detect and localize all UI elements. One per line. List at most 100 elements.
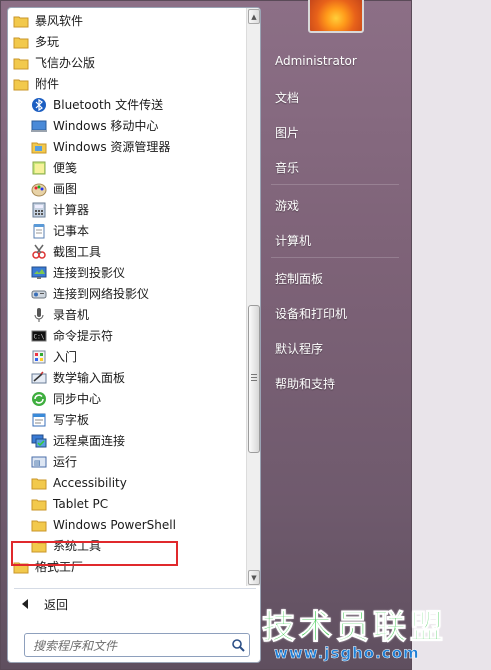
list-item-notepad[interactable]: 记事本 — [8, 220, 246, 241]
list-item-accessories-folder[interactable]: 附件 — [8, 73, 246, 94]
list-item-label: 入门 — [53, 350, 78, 364]
list-item-label: 命令提示符 — [53, 329, 114, 343]
search-placeholder[interactable]: 搜索程序和文件 — [25, 637, 227, 654]
folder-icon — [13, 55, 29, 71]
right-item-administrator[interactable]: Administrator — [275, 54, 357, 68]
paint-palette-icon — [31, 181, 47, 197]
right-item-music[interactable]: 音乐 — [275, 159, 299, 176]
list-item-bluetooth[interactable]: Bluetooth 文件传送 — [8, 94, 246, 115]
divider — [14, 588, 256, 589]
list-item-windows-explorer[interactable]: Windows 资源管理器 — [8, 136, 246, 157]
grip-line — [251, 377, 257, 378]
calculator-icon — [31, 202, 47, 218]
back-button[interactable]: 返回 — [12, 591, 252, 617]
right-item-documents[interactable]: 文档 — [275, 89, 299, 106]
programs-pane: 暴风软件 多玩 飞信办公版 附件 Bluetooth 文件传送 Windows … — [7, 7, 261, 663]
folder-icon — [13, 34, 29, 50]
list-item-paint[interactable]: 画图 — [8, 178, 246, 199]
list-item-powershell-folder[interactable]: Windows PowerShell — [8, 514, 246, 535]
list-item-sound-recorder[interactable]: 录音机 — [8, 304, 246, 325]
start-menu: 暴风软件 多玩 飞信办公版 附件 Bluetooth 文件传送 Windows … — [0, 0, 412, 670]
list-item-network-projector[interactable]: 连接到网络投影仪 — [8, 283, 246, 304]
list-item-label: 便笺 — [53, 161, 78, 175]
network-projector-icon — [31, 286, 47, 302]
right-item-help-support[interactable]: 帮助和支持 — [275, 375, 335, 392]
list-item-remote-desktop[interactable]: 远程桌面连接 — [8, 430, 246, 451]
folder-icon — [13, 13, 29, 29]
watermark-url: www.jsgho.com — [274, 644, 420, 663]
scroll-thumb[interactable] — [248, 305, 260, 453]
list-item-label: Tablet PC — [53, 496, 109, 511]
math-input-icon — [31, 370, 47, 386]
list-item-duowan-folder[interactable]: 多玩 — [8, 31, 246, 52]
folder-icon — [31, 517, 47, 533]
list-item-command-prompt[interactable]: C:\ 命令提示符 — [8, 325, 246, 346]
list-item-accessibility-folder[interactable]: Accessibility — [8, 472, 246, 493]
list-item-label: 多玩 — [35, 35, 60, 49]
list-item-fetion-folder[interactable]: 飞信办公版 — [8, 52, 246, 73]
list-item-label: 录音机 — [53, 308, 90, 322]
back-arrow-icon — [22, 599, 28, 609]
sync-icon — [31, 391, 47, 407]
list-item-label: 计算器 — [53, 203, 90, 217]
list-item-getting-started[interactable]: 入门 — [8, 346, 246, 367]
list-item-baofeng-folder[interactable]: 暴风软件 — [8, 10, 246, 31]
right-item-default-programs[interactable]: 默认程序 — [275, 340, 323, 357]
monitor-icon — [31, 265, 47, 281]
scroll-down-button[interactable]: ▼ — [248, 570, 260, 585]
list-item-label: 远程桌面连接 — [53, 434, 126, 448]
list-item-label: Bluetooth 文件传送 — [53, 98, 164, 112]
list-item-label: Accessibility — [53, 475, 127, 490]
search-box[interactable]: 搜索程序和文件 — [24, 633, 250, 657]
list-item-label: 附件 — [35, 77, 60, 91]
list-item-label: 飞信办公版 — [35, 56, 96, 70]
folder-open-icon — [13, 76, 29, 92]
sticky-notes-icon — [31, 160, 47, 176]
right-item-devices-printers[interactable]: 设备和打印机 — [275, 305, 347, 322]
explorer-folder-icon — [31, 139, 47, 155]
right-item-pictures[interactable]: 图片 — [275, 124, 299, 141]
list-item-sticky-notes[interactable]: 便笺 — [8, 157, 246, 178]
list-item-math-input-panel[interactable]: 数学输入面板 — [8, 367, 246, 388]
scrollbar[interactable]: ▲ ▼ — [246, 8, 260, 586]
programs-list: 暴风软件 多玩 飞信办公版 附件 Bluetooth 文件传送 Windows … — [8, 8, 246, 586]
list-item-sync-center[interactable]: 同步中心 — [8, 388, 246, 409]
list-item-run[interactable]: ▤ 运行 — [8, 451, 246, 472]
watermark-title: 技术员联盟 — [262, 607, 447, 647]
folder-icon — [31, 496, 47, 512]
scissors-icon — [31, 244, 47, 260]
getting-started-icon — [31, 349, 47, 365]
list-item-label: 同步中心 — [53, 392, 102, 406]
command-prompt-icon: C:\ — [31, 328, 47, 344]
svg-text:▤: ▤ — [34, 459, 41, 467]
list-item-tablet-pc-folder[interactable]: Tablet PC — [8, 493, 246, 514]
list-item-label: 连接到投影仪 — [53, 266, 126, 280]
list-item-label: 暴风软件 — [35, 14, 84, 28]
mobility-center-icon — [31, 118, 47, 134]
right-item-games[interactable]: 游戏 — [275, 197, 299, 214]
list-item-label: 运行 — [53, 455, 78, 469]
svg-text:C:\: C:\ — [34, 333, 45, 340]
wordpad-icon — [31, 412, 47, 428]
grip-line — [251, 374, 257, 375]
search-icon[interactable] — [227, 635, 249, 655]
right-item-control-panel[interactable]: 控制面板 — [275, 270, 323, 287]
right-item-computer[interactable]: 计算机 — [275, 232, 311, 249]
right-divider — [271, 184, 399, 185]
list-item-label: 画图 — [53, 182, 78, 196]
list-item-wordpad[interactable]: 写字板 — [8, 409, 246, 430]
list-item-calculator[interactable]: 计算器 — [8, 199, 246, 220]
right-divider — [271, 257, 399, 258]
list-item-label: 写字板 — [53, 413, 90, 427]
site-watermark: 技术员联盟 www.jsgho.com — [262, 600, 482, 666]
list-item-connect-projector[interactable]: 连接到投影仪 — [8, 262, 246, 283]
list-item-label: Windows PowerShell — [53, 517, 176, 532]
bluetooth-icon — [31, 97, 47, 113]
list-item-label: 记事本 — [53, 224, 90, 238]
user-avatar[interactable] — [308, 0, 364, 33]
scroll-up-button[interactable]: ▲ — [248, 9, 260, 24]
list-item-snipping-tool[interactable]: 截图工具 — [8, 241, 246, 262]
list-item-mobility-center[interactable]: Windows 移动中心 — [8, 115, 246, 136]
remote-desktop-icon — [31, 433, 47, 449]
microphone-icon — [31, 307, 47, 323]
